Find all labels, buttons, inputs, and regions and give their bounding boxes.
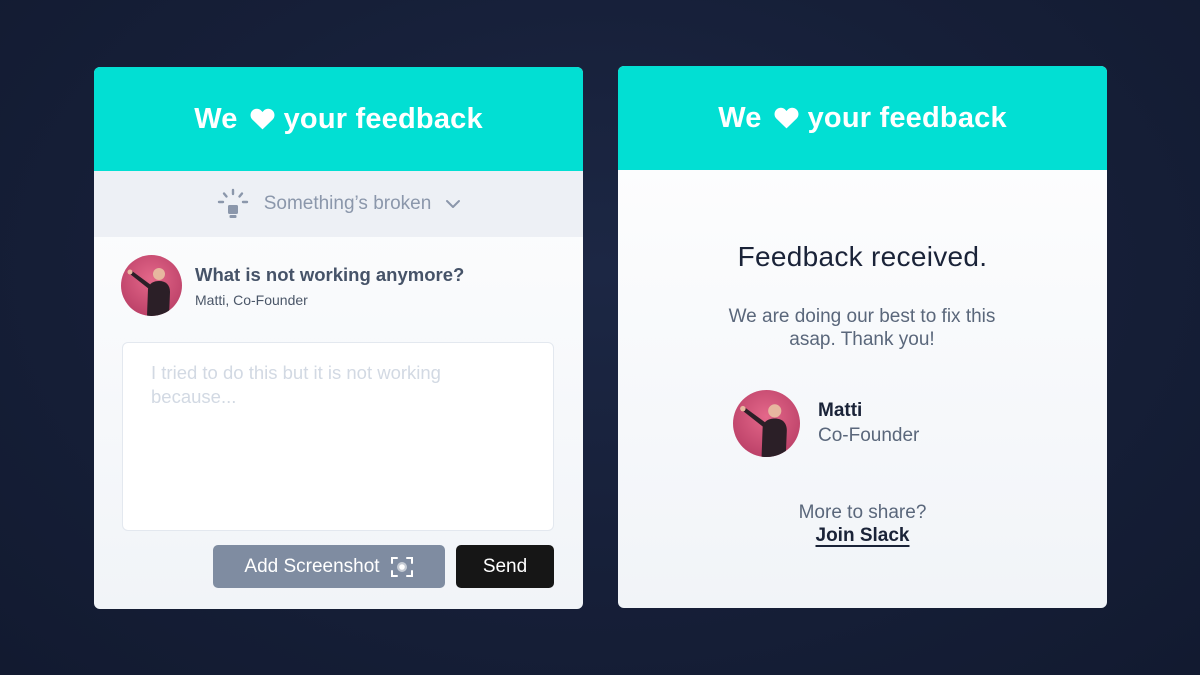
avatar	[733, 390, 800, 457]
header-suffix: your feedback	[807, 101, 1007, 134]
confirmation-message: We are doing our best to fix this asap. …	[728, 306, 996, 350]
feedback-input[interactable]	[122, 342, 554, 531]
join-slack-link[interactable]: Join Slack	[816, 525, 910, 546]
send-button[interactable]: Send	[456, 545, 554, 588]
more-to-share-text: More to share?	[798, 502, 927, 523]
add-screenshot-label: Add Screenshot	[244, 555, 380, 577]
feedback-form-card: We your feedback Something’s broken What…	[94, 67, 583, 609]
category-dropdown[interactable]: Something’s broken	[94, 171, 583, 237]
lightbulb-icon	[216, 188, 250, 220]
add-screenshot-button[interactable]: Add Screenshot	[213, 545, 445, 588]
avatar	[121, 255, 182, 316]
chevron-down-icon	[445, 199, 461, 209]
header-suffix: your feedback	[283, 102, 483, 135]
form-card-header: We your feedback	[94, 67, 583, 171]
heart-icon	[250, 108, 275, 130]
author-byline: Matti, Co-Founder	[195, 291, 308, 308]
header-prefix: We	[718, 101, 762, 134]
heart-icon	[774, 107, 799, 129]
category-selected: Something’s broken	[263, 193, 432, 214]
confirmation-card-header: We your feedback	[618, 66, 1107, 170]
feedback-confirmation-card: We your feedback Feedback received. We a…	[618, 66, 1107, 608]
signoff-name: Matti	[818, 400, 863, 421]
signoff: Matti Co-Founder	[733, 390, 919, 457]
confirmation-title: Feedback received.	[737, 241, 988, 272]
header-prefix: We	[194, 102, 238, 135]
signoff-role: Co-Founder	[818, 425, 920, 446]
screenshot-capture-icon	[390, 555, 414, 579]
author-question: What is not working anymore?	[195, 263, 465, 285]
author-row: What is not working anymore? Matti, Co-F…	[121, 255, 464, 316]
